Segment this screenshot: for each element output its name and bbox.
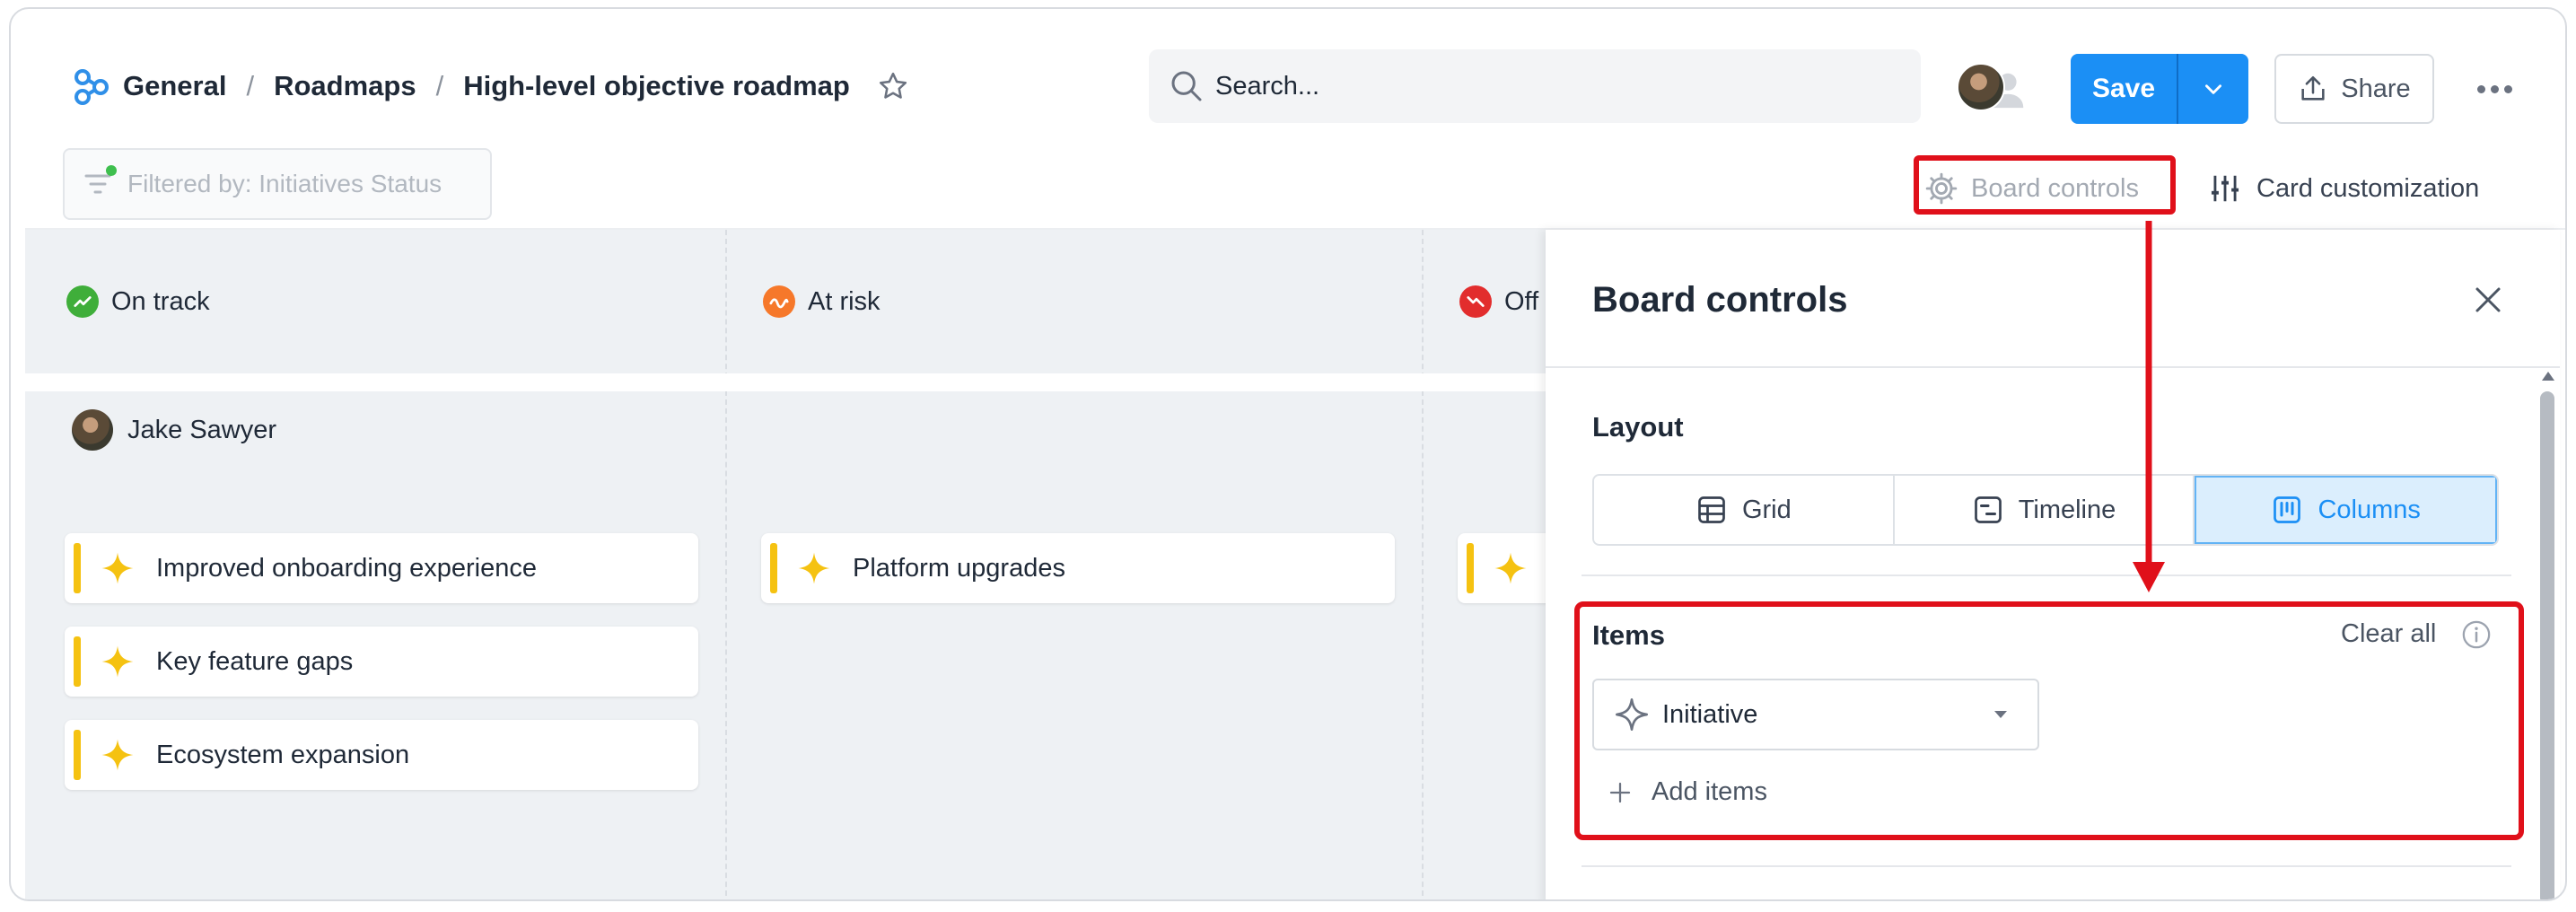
breadcrumb-separator: / — [435, 70, 444, 101]
divider — [1582, 574, 2511, 576]
share-label: Share — [2341, 74, 2411, 103]
sliders-icon — [2211, 175, 2239, 202]
save-button[interactable]: Save — [2071, 54, 2177, 124]
panel-title: Board controls — [1592, 280, 1848, 320]
initiative-icon — [101, 552, 134, 584]
app-window: General / Roadmaps / High-level objectiv… — [9, 7, 2567, 901]
card-title: Key feature gaps — [156, 646, 354, 676]
breadcrumb-roadmaps[interactable]: Roadmaps — [274, 70, 416, 102]
column-label: Off — [1504, 286, 1539, 316]
more-options-icon[interactable] — [2477, 77, 2515, 101]
card-status-bar — [74, 730, 81, 780]
layout-option-label: Columns — [2318, 495, 2421, 524]
roadmap-logo-icon — [74, 69, 109, 105]
initiative-icon — [101, 645, 134, 678]
scrollbar-thumb[interactable] — [2540, 391, 2554, 899]
column-divider — [1422, 230, 1424, 899]
columns-icon — [2274, 496, 2301, 523]
header: General / Roadmaps / High-level objectiv… — [11, 9, 2565, 153]
column-label: On track — [111, 286, 210, 316]
breadcrumb-general[interactable]: General — [123, 70, 226, 102]
card-title: Ecosystem expansion — [156, 740, 410, 769]
trending-up-icon — [66, 285, 99, 318]
divider — [1546, 366, 2560, 368]
filter-chip[interactable]: Filtered by: Initiatives Status — [63, 148, 492, 220]
layout-switcher: Grid Timeline Columns — [1592, 474, 2499, 546]
search-icon — [1171, 71, 1202, 101]
filter-label: Filtered by: Initiatives Status — [127, 170, 442, 197]
add-items-label: Add items — [1652, 777, 1767, 806]
filter-active-dot — [106, 165, 117, 176]
card-status-bar — [1467, 543, 1474, 593]
share-button[interactable]: Share — [2274, 54, 2434, 124]
card[interactable]: Key feature gaps — [65, 627, 698, 697]
filter-icon — [84, 165, 117, 197]
initiative-icon — [1616, 698, 1648, 731]
layout-option-label: Grid — [1741, 495, 1792, 524]
avatar — [1957, 63, 2005, 111]
share-icon — [2301, 75, 2325, 101]
initiative-icon — [101, 739, 134, 771]
card[interactable]: Ecosystem expansion — [65, 720, 698, 790]
plus-icon — [1609, 782, 1631, 802]
card-status-bar — [74, 543, 81, 593]
add-items-button[interactable]: Add items — [1607, 777, 1767, 807]
card[interactable]: Platform upgrades — [761, 533, 1395, 603]
column-header-off-track: Off — [1459, 230, 1538, 373]
caret-down-icon — [1994, 711, 2007, 718]
initiative-icon — [1494, 552, 1527, 584]
layout-option-grid[interactable]: Grid — [1594, 476, 1895, 544]
board-controls-panel: Board controls Layout Grid Timeline Colu… — [1546, 230, 2560, 899]
card-status-bar — [74, 636, 81, 687]
layout-option-label: Timeline — [2018, 495, 2116, 524]
card-customization-button[interactable]: Card customization — [2208, 163, 2479, 214]
search-input[interactable] — [1215, 71, 1897, 101]
collaborator-avatars[interactable] — [1957, 63, 2037, 113]
board: On track At risk Off Jake Sawyer Improve… — [25, 230, 1727, 899]
close-icon[interactable] — [2472, 284, 2504, 316]
trending-down-icon — [1459, 285, 1492, 318]
layout-label: Layout — [1592, 411, 1684, 443]
card-status-bar — [770, 543, 777, 593]
initiative-icon — [798, 552, 830, 584]
column-header-at-risk: At risk — [763, 230, 881, 373]
card-title: Improved onboarding experience — [156, 553, 537, 583]
page-title: High-level objective roadmap — [463, 70, 850, 101]
layout-option-columns[interactable]: Columns — [2195, 476, 2497, 544]
card-customization-label: Card customization — [2256, 173, 2480, 203]
search-box[interactable] — [1149, 49, 1921, 123]
star-icon[interactable] — [877, 70, 909, 102]
panel-scrollbar[interactable] — [2537, 372, 2560, 899]
breadcrumb: General / Roadmaps / High-level objectiv… — [123, 70, 909, 102]
card[interactable]: Improved onboarding experience — [65, 533, 698, 603]
grid-icon — [1698, 496, 1725, 523]
column-divider — [725, 230, 727, 899]
annotation-highlight-board-controls — [1914, 155, 2176, 215]
avatar — [72, 409, 113, 451]
annotation-arrow-icon — [2133, 221, 2165, 592]
column-header-on-track: On track — [66, 230, 210, 373]
save-button-group: Save — [2071, 54, 2248, 124]
timeline-icon — [1974, 496, 2002, 523]
breadcrumb-separator: / — [246, 70, 255, 101]
item-type-select[interactable]: Initiative — [1592, 679, 2039, 750]
owner-name: Jake Sawyer — [127, 415, 277, 444]
items-label: Items — [1592, 619, 1665, 651]
divider — [1582, 865, 2511, 867]
item-type-value: Initiative — [1662, 699, 1758, 729]
scroll-up-icon[interactable] — [2542, 372, 2554, 381]
column-label: At risk — [808, 286, 881, 316]
info-icon[interactable] — [2461, 619, 2492, 650]
chevron-down-icon — [2205, 84, 2221, 94]
save-options-button[interactable] — [2177, 54, 2248, 124]
wave-icon — [763, 285, 795, 318]
swimlane-owner: Jake Sawyer — [72, 409, 276, 451]
swimlane-separator — [25, 373, 1551, 391]
clear-all-button[interactable]: Clear all — [2341, 619, 2436, 649]
card-title: Platform upgrades — [853, 553, 1065, 583]
